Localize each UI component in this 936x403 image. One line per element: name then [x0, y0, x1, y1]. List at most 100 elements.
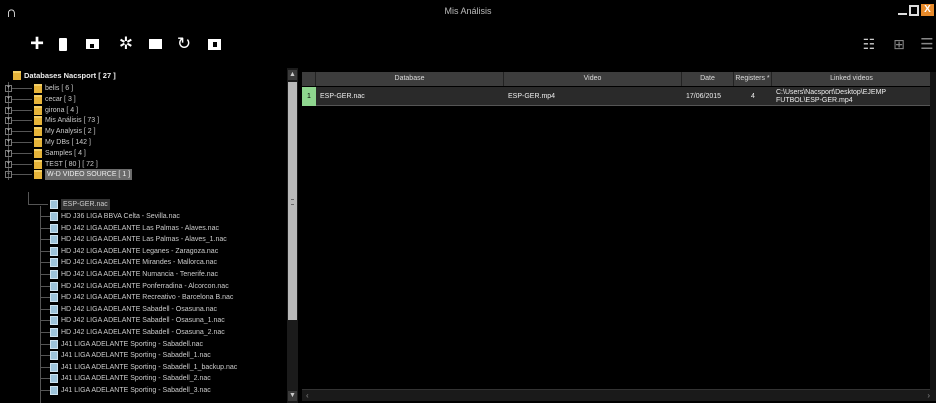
grid-corner — [302, 72, 316, 86]
expand-toggle-icon[interactable]: + — [5, 128, 12, 136]
grid-vertical-scrollbar[interactable] — [930, 72, 936, 390]
close-button[interactable]: X — [921, 4, 934, 16]
scroll-thumb[interactable] — [288, 82, 297, 320]
tree-file[interactable]: HD J42 LIGA ADELANTE Numancia - Tenerife… — [50, 269, 218, 280]
maximize-button[interactable] — [909, 5, 919, 16]
tree-folder[interactable]: cecar [ 3 ] — [34, 94, 76, 105]
tree-file[interactable]: HD J36 LIGA BBVA Celta - Sevilla.nac — [50, 211, 180, 222]
tree-file[interactable]: HD J42 LIGA ADELANTE Leganes - Zaragoza.… — [50, 246, 218, 257]
expand-toggle-icon[interactable]: + — [5, 160, 12, 168]
tree-guide — [40, 206, 41, 403]
tree-file-label: J41 LIGA ADELANTE Sporting - Sabadell_2.… — [61, 375, 211, 383]
folder-icon — [13, 71, 21, 80]
tree-file[interactable]: HD J42 LIGA ADELANTE Recreativo - Barcel… — [50, 292, 233, 303]
tree-folder-label: TEST [ 80 ] [ 72 ] — [45, 160, 98, 168]
scroll-left-icon[interactable]: ‹ — [306, 391, 309, 400]
scroll-down-icon[interactable]: ▼ — [288, 391, 297, 401]
column-header-registers[interactable]: Registers * — [734, 72, 772, 86]
tree-file[interactable]: J41 LIGA ADELANTE Sporting - Sabadell_1_… — [50, 362, 237, 373]
tree-file[interactable]: HD J42 LIGA ADELANTE Las Palmas - Alaves… — [50, 223, 219, 234]
tree-folder-label: W-D VIDEO SOURCE [ 1 ] — [45, 169, 133, 181]
folder-icon — [34, 105, 42, 115]
scroll-up-icon[interactable]: ▲ — [288, 70, 297, 80]
database-file-icon — [50, 339, 58, 349]
database-file-icon — [50, 374, 58, 384]
tree-guide — [12, 142, 32, 143]
tree-file-label: HD J42 LIGA ADELANTE Sabadell - Osasuna.… — [61, 305, 218, 313]
database-file-icon — [50, 362, 58, 372]
database-file-icon — [50, 212, 58, 221]
tree-guide — [12, 120, 32, 122]
column-header-linked-videos[interactable]: Linked videos — [772, 72, 932, 86]
title-bar: ∩ Mis Análisis X — [0, 0, 936, 24]
gear-icon[interactable]: ✲ — [118, 34, 134, 54]
tree-scrollbar[interactable]: ▲ ▼ — [287, 68, 298, 403]
tree-guide — [28, 192, 29, 204]
tree-root-label: Databases Nacsport [ 27 ] — [24, 71, 116, 80]
plus-icon[interactable]: + — [28, 30, 46, 57]
tree-guide — [40, 262, 50, 264]
tree-file[interactable]: HD J42 LIGA ADELANTE Ponferradina - Alco… — [50, 281, 229, 292]
tree-guide — [40, 355, 50, 357]
tree-file[interactable]: HD J42 LIGA ADELANTE Mirandes - Mallorca… — [50, 257, 217, 268]
menu-icon[interactable]: ☰ — [920, 34, 934, 54]
tree-file-label: HD J42 LIGA ADELANTE Sabadell - Osasuna_… — [61, 329, 225, 336]
table-row[interactable]: 1 ESP-GER.nac ESP-GER.mp4 17/06/2015 4 C… — [302, 87, 930, 106]
tree-folder-label: Mis Análisis [ 73 ] — [45, 117, 100, 125]
refresh-icon[interactable]: ↻ — [176, 34, 192, 54]
tree-file-label: HD J42 LIGA ADELANTE Sabadell - Osasuna_… — [61, 317, 225, 325]
cell-database[interactable]: ESP-GER.nac — [320, 87, 500, 106]
column-header-video[interactable]: Video — [504, 72, 682, 86]
cell-linked-videos[interactable]: C:\Users\Nacsport\Desktop\EJEMP FUTBOL\E… — [776, 87, 930, 106]
expand-toggle-icon[interactable]: + — [5, 85, 12, 92]
folder-icon[interactable] — [147, 34, 163, 54]
tree-file[interactable]: J41 LIGA ADELANTE Sporting - Sabadell_3.… — [50, 385, 211, 396]
minimize-button[interactable] — [898, 5, 907, 16]
cell-registers[interactable]: 4 — [734, 87, 772, 106]
tree-file[interactable]: HD J42 LIGA ADELANTE Las Palmas - Alaves… — [50, 234, 227, 245]
expand-toggle-icon[interactable]: + — [5, 106, 12, 114]
tree-folder[interactable]: girona [ 4 ] — [34, 105, 78, 116]
tree-folder-label: cecar [ 3 ] — [45, 95, 76, 103]
tree-file[interactable]: HD J42 LIGA ADELANTE Sabadell - Osasuna_… — [50, 315, 225, 326]
cell-date[interactable]: 17/06/2015 — [686, 87, 732, 106]
tree-file[interactable]: J41 LIGA ADELANTE Sporting - Sabadell.na… — [50, 339, 203, 350]
expand-toggle-icon[interactable]: + — [5, 139, 12, 146]
row-number[interactable]: 1 — [302, 87, 316, 106]
tree-folder[interactable]: My Analysis [ 2 ] — [34, 126, 96, 137]
tree-file[interactable]: J41 LIGA ADELANTE Sporting - Sabadell_2.… — [50, 373, 211, 384]
grid-view-icon[interactable]: ⊞ — [892, 34, 906, 54]
tree-folder[interactable]: belis [ 6 ] — [34, 83, 73, 94]
scroll-right-icon[interactable]: › — [927, 391, 930, 400]
tree-folder-label: My Analysis [ 2 ] — [45, 128, 96, 136]
expand-toggle-icon[interactable]: + — [5, 117, 12, 125]
tree-guide — [40, 285, 50, 287]
expand-toggle-icon[interactable]: + — [5, 149, 12, 157]
tree-folder[interactable]: TEST [ 80 ] [ 72 ] — [34, 159, 98, 170]
database-file-icon — [50, 293, 58, 303]
tree-folder[interactable]: Mis Análisis [ 73 ] — [34, 115, 99, 126]
delete-icon[interactable] — [58, 34, 68, 54]
cell-video[interactable]: ESP-GER.mp4 — [508, 87, 678, 106]
tree-folder[interactable]: My DBs [ 142 ] — [34, 137, 91, 148]
tree-file[interactable]: HD J42 LIGA ADELANTE Sabadell - Osasuna_… — [50, 327, 225, 338]
tree-guide — [28, 204, 48, 205]
column-header-database[interactable]: Database — [316, 72, 504, 86]
open-database-icon[interactable] — [84, 34, 100, 54]
tree-file[interactable]: J41 LIGA ADELANTE Sporting - Sabadell_1.… — [50, 350, 211, 361]
tree-file[interactable]: HD J42 LIGA ADELANTE Sabadell - Osasuna.… — [50, 304, 217, 315]
tree-file-label: HD J42 LIGA ADELANTE Recreativo - Barcel… — [61, 294, 234, 302]
database-file-icon — [50, 270, 58, 279]
tree-folder-label: Samples [ 4 ] — [45, 149, 86, 157]
list-view-icon[interactable]: ☷ — [862, 34, 876, 54]
tree-item-esp-ger[interactable]: ESP-GER.nac — [50, 199, 110, 210]
grid-horizontal-scrollbar[interactable]: ‹ › — [302, 389, 936, 401]
column-header-date[interactable]: Date — [682, 72, 734, 86]
expand-toggle-icon[interactable]: − — [5, 171, 12, 179]
tree-folder[interactable]: W-D VIDEO SOURCE [ 1 ] — [34, 169, 133, 181]
expand-toggle-icon[interactable]: + — [5, 95, 12, 103]
tree-folder[interactable]: Samples [ 4 ] — [34, 148, 86, 159]
tree-guide — [40, 250, 50, 252]
tree-root[interactable]: Databases Nacsport [ 27 ] — [13, 70, 116, 81]
export-icon[interactable] — [206, 34, 222, 54]
